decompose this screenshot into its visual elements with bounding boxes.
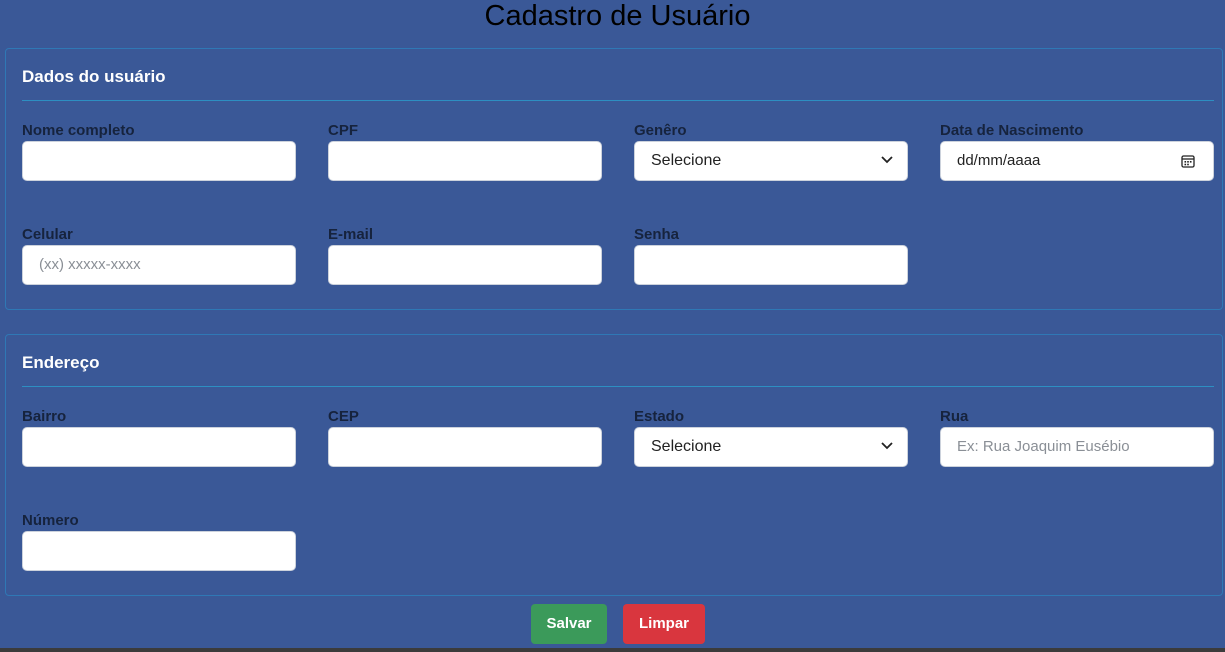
clear-button[interactable]: Limpar [623, 604, 705, 644]
address-section: Endereço Bairro CEP Estado Selecione Rua… [5, 334, 1223, 596]
phone-input[interactable]: (xx) xxxxx-xxxx [22, 245, 296, 285]
street-placeholder: Ex: Rua Joaquim Eusébio [957, 438, 1130, 455]
birth-date-input[interactable]: dd/mm/aaaa [940, 141, 1214, 181]
phone-label: Celular [22, 226, 73, 243]
field-cpf: CPF [328, 121, 602, 181]
field-email: E-mail [328, 225, 602, 285]
birth-date-label: Data de Nascimento [940, 122, 1084, 139]
street-input[interactable]: Ex: Rua Joaquim Eusébio [940, 427, 1214, 467]
field-birth-date: Data de Nascimento dd/mm/aaaa [940, 121, 1214, 181]
cpf-input[interactable] [328, 141, 602, 181]
section-title-user-data: Dados do usuário [22, 67, 166, 86]
field-number: Número [22, 511, 296, 571]
calendar-icon[interactable] [1181, 154, 1195, 168]
number-input[interactable] [22, 531, 296, 571]
bottom-bar [0, 648, 1225, 652]
field-cep: CEP [328, 407, 602, 467]
section-divider [22, 386, 1214, 387]
neighborhood-input[interactable] [22, 427, 296, 467]
birth-date-value: dd/mm/aaaa [957, 152, 1041, 169]
gender-select[interactable]: Selecione [634, 141, 908, 181]
field-password: Senha [634, 225, 908, 285]
state-selected-value: Selecione [651, 438, 722, 455]
save-button[interactable]: Salvar [531, 604, 607, 644]
state-select[interactable]: Selecione [634, 427, 908, 467]
full-name-input[interactable] [22, 141, 296, 181]
gender-selected-value: Selecione [651, 152, 722, 169]
user-data-section: Dados do usuário Nome completo CPF Genêr… [5, 48, 1223, 310]
section-title-address: Endereço [22, 353, 100, 372]
section-divider [22, 100, 1214, 101]
field-street: Rua Ex: Rua Joaquim Eusébio [940, 407, 1214, 467]
cep-input[interactable] [328, 427, 602, 467]
cpf-label: CPF [328, 122, 358, 139]
password-label: Senha [634, 226, 680, 243]
field-gender: Genêro Selecione [634, 121, 908, 181]
field-phone: Celular (xx) xxxxx-xxxx [22, 225, 296, 285]
cep-label: CEP [328, 408, 359, 425]
gender-label: Genêro [634, 122, 687, 139]
chevron-down-icon [881, 156, 893, 164]
street-label: Rua [940, 408, 969, 425]
number-label: Número [22, 512, 79, 529]
field-full-name: Nome completo [22, 121, 296, 181]
chevron-down-icon [881, 442, 893, 450]
password-input[interactable] [634, 245, 908, 285]
field-state: Estado Selecione [634, 407, 908, 467]
page-title: Cadastro de Usuário [484, 0, 751, 32]
phone-placeholder: (xx) xxxxx-xxxx [39, 256, 141, 273]
field-neighborhood: Bairro [22, 407, 296, 467]
neighborhood-label: Bairro [22, 408, 67, 425]
email-input[interactable] [328, 245, 602, 285]
state-label: Estado [634, 408, 685, 425]
email-label: E-mail [328, 226, 374, 243]
full-name-label: Nome completo [22, 122, 135, 139]
